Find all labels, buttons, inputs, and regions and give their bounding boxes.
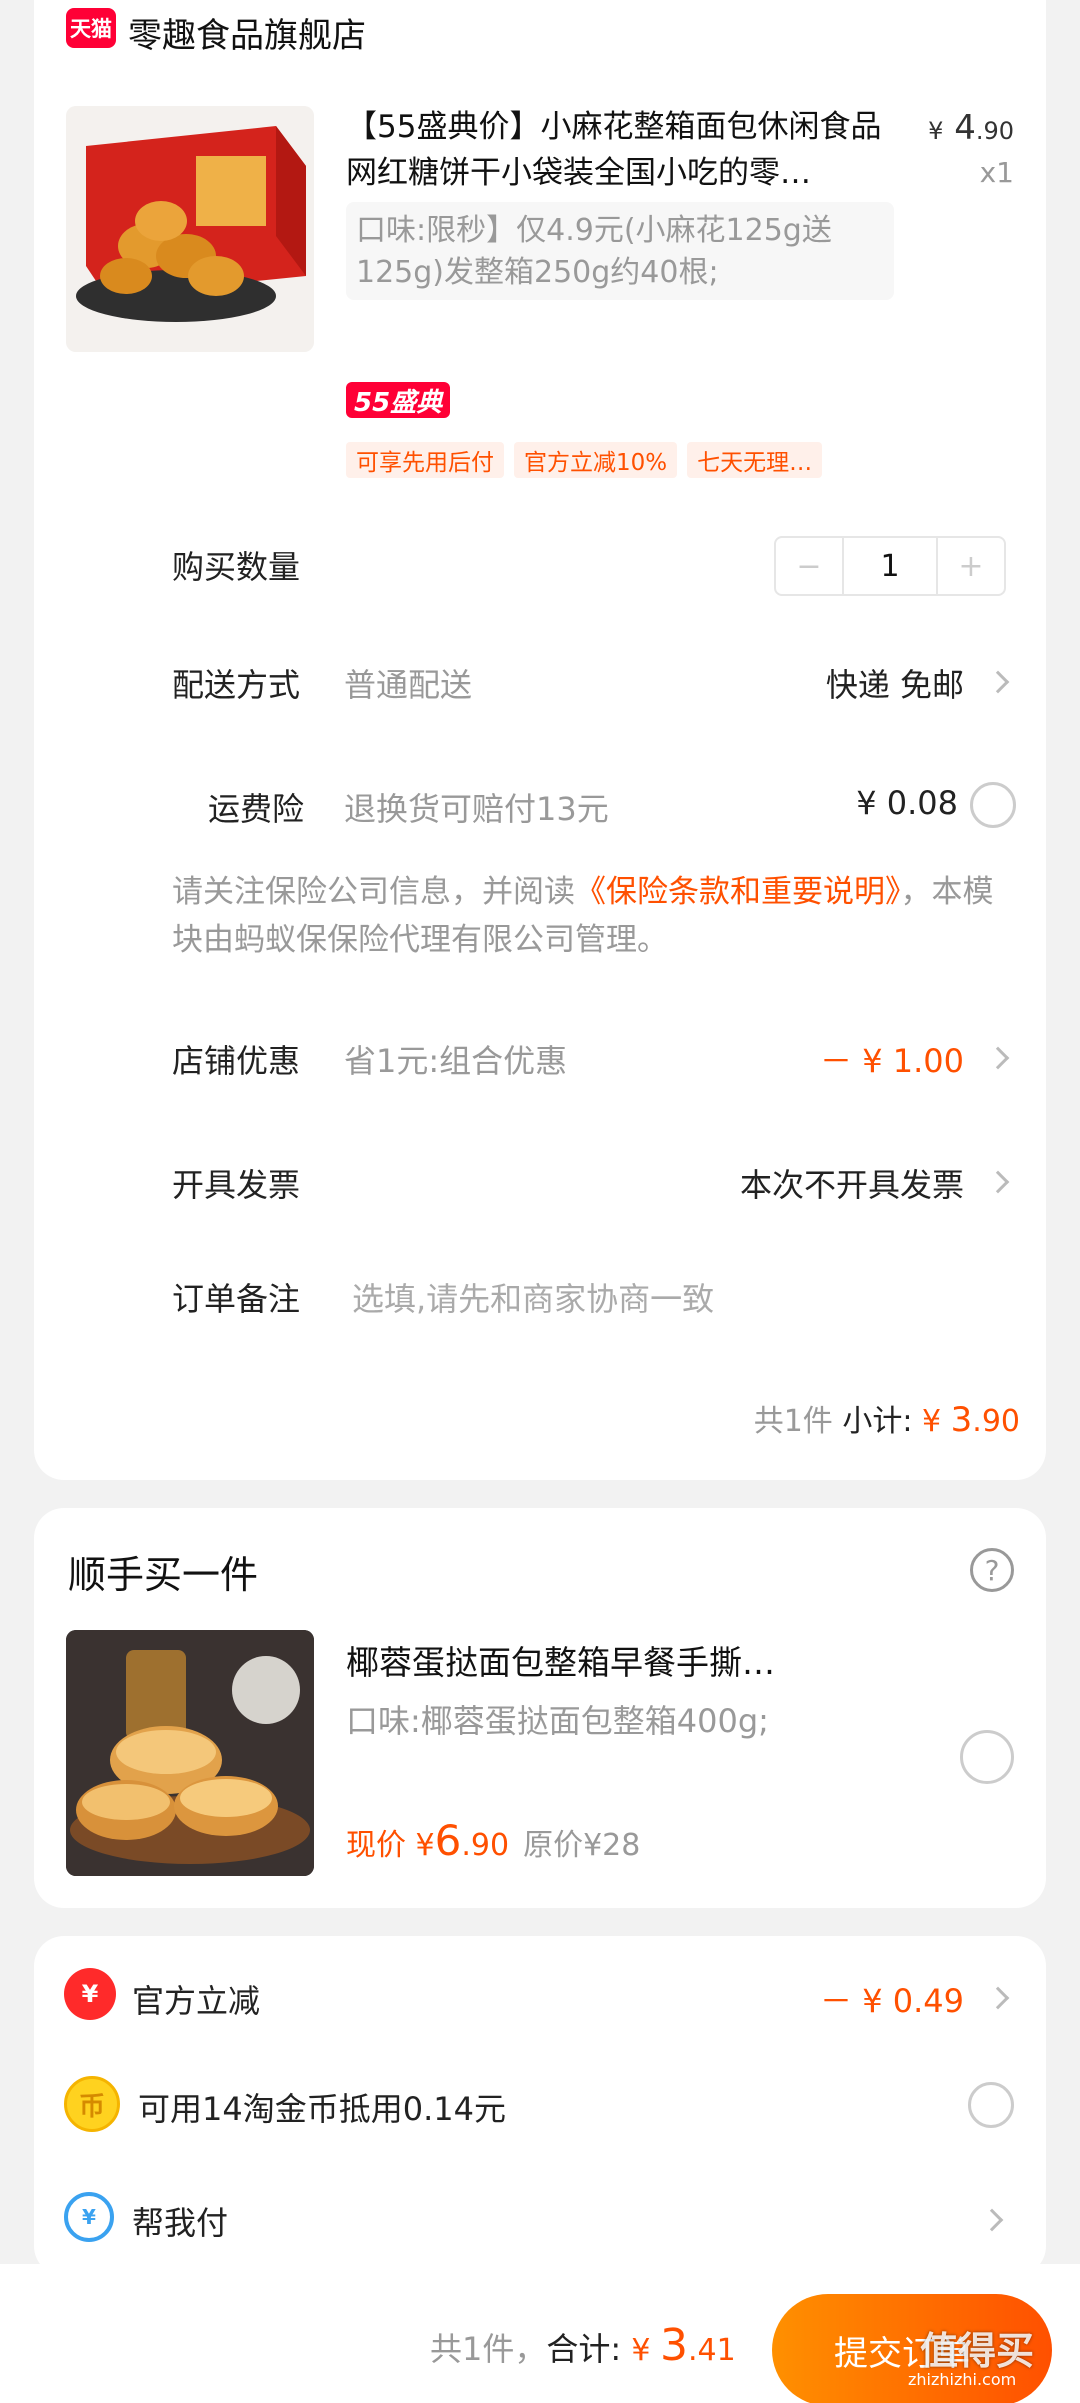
quantity-stepper: − 1 + — [774, 536, 1006, 596]
decrease-button[interactable]: − — [776, 538, 842, 594]
insurance-checkbox[interactable] — [970, 782, 1016, 828]
remark-input[interactable]: 选填,请先和商家协商一致 — [352, 1274, 714, 1320]
invoice-value[interactable]: 本次不开具发票 — [740, 1160, 964, 1206]
product-sku[interactable]: 口味:限秒】仅4.9元(小麻花125g送125g)发整箱250g约40根; — [346, 202, 894, 300]
addon-name[interactable]: 椰蓉蛋挞面包整箱早餐手撕… — [346, 1636, 775, 1684]
insurance-desc: 退换货可赔付13元 — [344, 790, 609, 828]
coins-label: 可用14淘金币抵用0.14元 — [138, 2090, 506, 2128]
official-discount-value[interactable]: － ¥ 0.49 — [820, 1976, 964, 2022]
addon-title: 顺手买一件 — [68, 1553, 259, 1597]
delivery-label: 配送方式 — [172, 666, 301, 704]
store-discount-label: 店铺优惠 — [172, 1042, 301, 1080]
insurance-note: 请关注保险公司信息，并阅读《保险条款和重要说明》，本模块由蚂蚁保保险代理有限公司… — [172, 874, 994, 958]
store-discount-value[interactable]: － ¥ 1.00 — [820, 1036, 964, 1082]
addon-select-checkbox[interactable] — [960, 1730, 1014, 1784]
official-discount-icon: ¥ — [64, 1968, 116, 2020]
coins-checkbox[interactable] — [968, 2082, 1014, 2128]
coin-icon: 币 — [64, 2076, 120, 2132]
insurance-label: 运费险 — [208, 790, 305, 828]
subtotal: 共1件 小计: ¥ 3.90 — [753, 1400, 1020, 1440]
delivery-value[interactable]: 快递 免邮 — [826, 660, 964, 706]
quantity-label: 购买数量 — [172, 548, 301, 586]
addon-image[interactable] — [66, 1630, 314, 1876]
insurance-terms-link[interactable]: 《保险条款和重要说明》 — [575, 874, 901, 910]
product-quantity: x1 — [979, 156, 1014, 189]
order-total: 共1件，合计: ¥ 3.41 — [430, 2320, 736, 2371]
remark-label: 订单备注 — [172, 1280, 301, 1318]
product-image[interactable] — [66, 106, 314, 352]
increase-button[interactable]: + — [938, 538, 1004, 594]
quantity-value[interactable]: 1 — [842, 538, 938, 594]
tag-return-policy: 七天无理… — [687, 442, 823, 478]
insurance-price: ¥ 0.08 — [856, 784, 958, 822]
product-price: ¥ 4.90 — [928, 108, 1014, 148]
help-pay-label: 帮我付 — [132, 2204, 229, 2242]
store-discount-desc: 省1元:组合优惠 — [344, 1042, 568, 1080]
tag-pay-later: 可享先用后付 — [346, 442, 504, 478]
delivery-method: 普通配送 — [344, 666, 473, 704]
tag-official-discount: 官方立减10% — [514, 442, 678, 478]
help-pay-icon: ¥ — [64, 2192, 114, 2242]
promo-badge: 55盛典 — [346, 382, 451, 418]
tmall-logo: 天猫 — [66, 8, 116, 48]
invoice-label: 开具发票 — [172, 1166, 301, 1204]
watermark-logo: 值得买 — [920, 2329, 1035, 2373]
addon-sku: 口味:椰蓉蛋挞面包整箱400g; — [346, 1702, 769, 1740]
service-tags: 可享先用后付 官方立减10% 七天无理… — [346, 442, 823, 478]
store-name[interactable]: 零趣食品旗舰店 — [128, 8, 366, 57]
help-icon[interactable]: ? — [970, 1548, 1014, 1592]
watermark-url: zhizhizhi.com — [908, 2370, 1017, 2389]
official-discount-label: 官方立减 — [132, 1982, 261, 2020]
addon-price: 现价 ¥6.90 原价¥28 — [346, 1816, 641, 1865]
product-title[interactable]: 【55盛典价】小麻花整箱面包休闲食品网红糖饼干小袋装全国小吃的零… — [346, 104, 896, 196]
